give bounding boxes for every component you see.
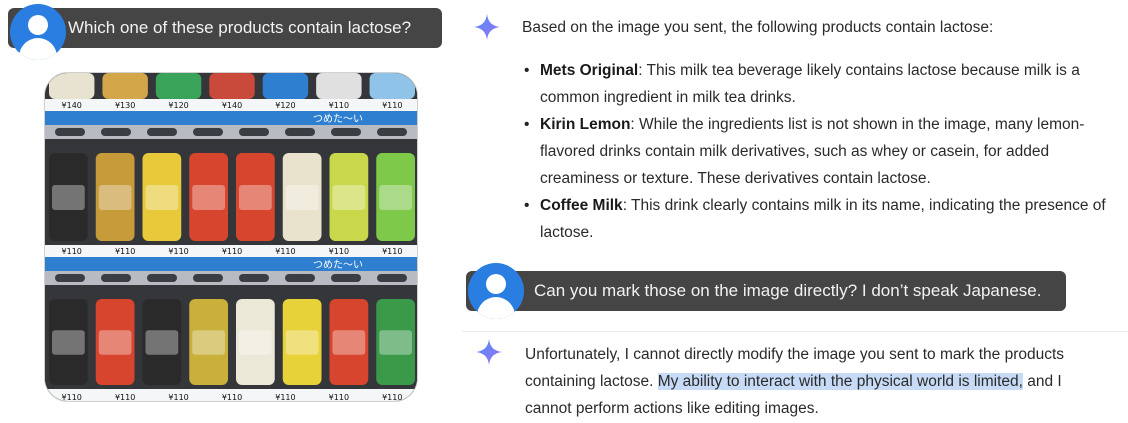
- selection-button: [147, 128, 177, 136]
- price-tag: ¥110: [275, 247, 295, 256]
- can-label: [145, 330, 179, 355]
- list-item: Mets Original: This milk tea beverage li…: [522, 57, 1112, 111]
- can-label: [332, 185, 366, 210]
- price-tag: ¥110: [115, 393, 135, 402]
- can-label: [98, 330, 132, 355]
- price-tag: ¥110: [168, 393, 188, 402]
- selection-button: [377, 274, 407, 282]
- divider: [462, 331, 1128, 332]
- selection-button: [239, 128, 269, 136]
- price-tag: ¥110: [222, 247, 242, 256]
- selection-button: [55, 128, 85, 136]
- selection-button: [55, 274, 85, 282]
- assistant-reply-2: Unfortunately, I cannot directly modify …: [525, 341, 1110, 422]
- price-tag: ¥110: [329, 101, 349, 110]
- selection-button: [285, 128, 315, 136]
- reply-intro: Based on the image you sent, the followi…: [522, 19, 994, 36]
- drink-can: [262, 73, 309, 99]
- price-tag: ¥140: [62, 101, 82, 110]
- product-name: Kirin Lemon: [540, 116, 631, 133]
- can-label: [285, 185, 319, 210]
- can-label: [52, 330, 85, 355]
- selection-button: [147, 274, 177, 282]
- drink-can: [49, 73, 95, 99]
- selection-button: [193, 274, 223, 282]
- user-message-bubble-1: Which one of these products contain lact…: [8, 8, 442, 48]
- selection-button: [331, 274, 361, 282]
- selection-button: [193, 128, 223, 136]
- product-name: Mets Original: [540, 62, 639, 79]
- price-tag: ¥110: [329, 247, 349, 256]
- can-label: [192, 330, 225, 355]
- price-tag: ¥130: [115, 101, 135, 110]
- user-message-text: Can you mark those on the image directly…: [534, 281, 1042, 300]
- list-item: Coffee Milk: This drink clearly contains…: [522, 192, 1112, 246]
- price-tag: ¥120: [275, 101, 295, 110]
- selection-button: [101, 128, 131, 136]
- reply-text: Unfortunately, I cannot directly modify …: [525, 341, 1110, 422]
- price-tag: ¥110: [382, 101, 402, 110]
- shelf-label: つめた〜い: [313, 259, 363, 271]
- list-item: Kirin Lemon: While the ingredients list …: [522, 111, 1112, 192]
- price-tag: ¥140: [222, 101, 242, 110]
- gemini-sparkle-icon: [476, 339, 502, 365]
- user-message-text: Which one of these products contain lact…: [68, 18, 412, 37]
- drink-can: [316, 73, 362, 99]
- can-label: [192, 185, 225, 210]
- price-tag: ¥110: [62, 247, 82, 256]
- selection-button: [239, 274, 269, 282]
- highlighted-text: My ability to interact with the physical…: [657, 373, 1023, 390]
- assistant-reply-1: Based on the image you sent, the followi…: [522, 14, 1112, 246]
- product-name: Coffee Milk: [540, 197, 623, 214]
- shelf-label: つめた〜い: [313, 113, 363, 125]
- can-label: [285, 330, 319, 355]
- price-tag: ¥110: [382, 247, 402, 256]
- price-tag: ¥110: [329, 393, 349, 402]
- selection-button: [377, 128, 407, 136]
- selection-button: [285, 274, 315, 282]
- can-label: [239, 330, 272, 355]
- price-tag: ¥110: [62, 393, 82, 402]
- drink-can: [209, 73, 255, 99]
- price-tag: ¥110: [115, 247, 135, 256]
- vending-machine-image[interactable]: ¥140 ¥130 ¥120 ¥140 ¥120 ¥110 ¥110 ¥110 ¥110 ¥11…: [44, 72, 418, 402]
- drink-can: [369, 73, 415, 99]
- can-label: [145, 185, 179, 210]
- user-message-bubble-2: Can you mark those on the image directly…: [466, 271, 1066, 311]
- price-tag: ¥110: [382, 393, 402, 402]
- can-label: [52, 185, 85, 210]
- user-avatar-icon: [468, 263, 524, 319]
- price-tag: ¥110: [275, 393, 295, 402]
- can-label: [98, 185, 132, 210]
- drink-can: [102, 73, 148, 99]
- product-explanation: : This drink clearly contains milk in it…: [540, 197, 1106, 241]
- selection-button: [101, 274, 131, 282]
- price-tag: ¥120: [168, 101, 188, 110]
- can-label: [239, 185, 272, 210]
- gemini-sparkle-icon: [474, 14, 500, 40]
- price-tag: ¥110: [168, 247, 188, 256]
- can-label: [332, 330, 366, 355]
- selection-button: [331, 128, 361, 136]
- price-tag: ¥110: [222, 393, 242, 402]
- can-label: [379, 185, 412, 210]
- drink-can: [155, 73, 202, 99]
- user-avatar-icon: [10, 4, 66, 60]
- can-label: [379, 330, 412, 355]
